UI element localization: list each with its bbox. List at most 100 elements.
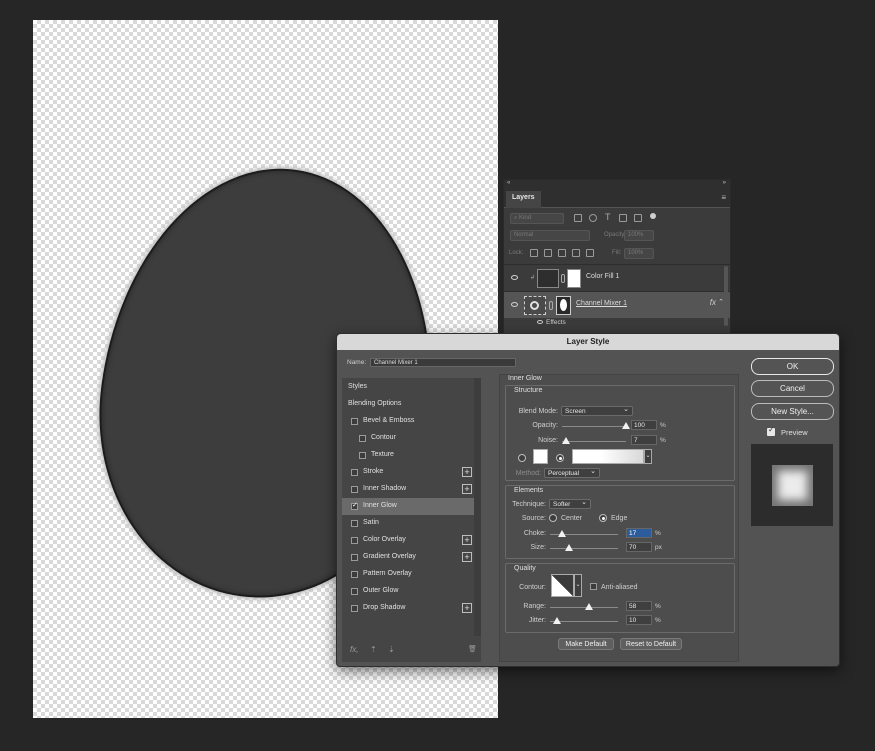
range-slider-knob[interactable] — [585, 603, 594, 610]
gradient-swatch[interactable] — [572, 449, 644, 464]
expand-icon[interactable]: » — [723, 180, 726, 186]
fx-menu-icon[interactable]: fx, — [350, 645, 358, 654]
opacity-slider[interactable] — [562, 422, 630, 429]
move-up-icon[interactable]: ⇡ — [370, 645, 377, 654]
style-item-drop-shadow[interactable]: Drop Shadow + — [342, 600, 474, 617]
style-item-inner-shadow[interactable]: Inner Shadow + — [342, 481, 474, 498]
add-effect-plus-icon[interactable]: + — [462, 535, 472, 545]
kind-filter-dropdown[interactable]: ⌕ Kind — [510, 213, 564, 224]
filter-toggle-icon[interactable] — [650, 213, 656, 219]
style-item-outer-glow[interactable]: Outer Glow — [342, 583, 474, 600]
adjustment-thumbnail[interactable] — [524, 296, 546, 315]
visibility-eye-icon[interactable] — [511, 275, 518, 280]
make-default-button[interactable]: Make Default — [558, 638, 614, 650]
size-field[interactable]: 70 — [626, 542, 652, 552]
fill-field[interactable]: 100% — [624, 248, 654, 259]
choke-slider-knob[interactable] — [557, 530, 566, 537]
adjustment-filter-icon[interactable] — [589, 214, 597, 222]
lock-transparent-icon[interactable] — [530, 249, 538, 257]
noise-slider-knob[interactable] — [562, 437, 571, 444]
layer-row-channel-mixer[interactable]: Channel Mixer 1 fx ⌃ — [504, 291, 730, 318]
mask-thumbnail[interactable] — [556, 296, 571, 315]
smart-object-filter-icon[interactable] — [634, 214, 642, 222]
mask-thumbnail[interactable] — [567, 269, 581, 288]
link-icon[interactable] — [561, 274, 565, 283]
layers-scrollbar[interactable] — [724, 266, 728, 326]
style-checkbox[interactable] — [351, 571, 358, 578]
lock-artboard-icon[interactable] — [572, 249, 580, 257]
style-checkbox[interactable] — [359, 435, 366, 442]
styles-scrollbar[interactable] — [474, 378, 481, 636]
jitter-slider-knob[interactable] — [552, 617, 561, 624]
contour-preview[interactable] — [551, 574, 574, 597]
add-effect-plus-icon[interactable]: + — [462, 552, 472, 562]
color-radio[interactable] — [518, 454, 526, 462]
add-effect-plus-icon[interactable]: + — [462, 467, 472, 477]
fill-thumbnail[interactable] — [537, 269, 559, 288]
source-edge-radio[interactable] — [599, 514, 607, 522]
effects-row[interactable]: Effects — [537, 319, 566, 326]
gradient-radio[interactable] — [556, 454, 564, 462]
style-item-bevel-emboss[interactable]: Bevel & Emboss — [342, 413, 474, 430]
add-effect-plus-icon[interactable]: + — [462, 484, 472, 494]
name-field[interactable]: Channel Mixer 1 — [370, 358, 516, 367]
fx-icon[interactable]: fx — [710, 298, 716, 307]
range-field[interactable]: 58 — [626, 601, 652, 611]
shape-filter-icon[interactable] — [619, 214, 627, 222]
blend-mode-dropdown[interactable]: Normal — [510, 230, 590, 241]
type-filter-icon[interactable]: T — [604, 212, 612, 222]
style-item-satin[interactable]: Satin — [342, 515, 474, 532]
contour-chevron-icon[interactable]: ⌄ — [574, 574, 582, 597]
style-checkbox[interactable] — [351, 537, 358, 544]
panel-menu-icon[interactable]: ≡ — [721, 193, 726, 202]
jitter-field[interactable]: 10 — [626, 615, 652, 625]
style-checkbox[interactable] — [351, 520, 358, 527]
style-checkbox[interactable] — [351, 501, 358, 510]
technique-dropdown[interactable]: Softer — [549, 498, 591, 509]
noise-slider[interactable] — [562, 437, 626, 444]
glow-color-swatch[interactable] — [533, 449, 548, 464]
cancel-button[interactable]: Cancel — [751, 380, 834, 397]
anti-aliased-checkbox[interactable] — [590, 583, 597, 590]
source-center-radio[interactable] — [549, 514, 557, 522]
preview-checkbox[interactable]: ✓ — [767, 425, 775, 436]
choke-slider[interactable] — [550, 530, 618, 537]
add-effect-plus-icon[interactable]: + — [462, 603, 472, 613]
pixel-filter-icon[interactable] — [574, 214, 582, 222]
tab-layers[interactable]: Layers — [506, 191, 541, 208]
new-style-button[interactable]: New Style... — [751, 403, 834, 420]
blend-mode-dropdown[interactable]: Screen — [561, 405, 633, 416]
noise-field[interactable]: 7 — [631, 435, 657, 445]
opacity-field[interactable]: 100% — [624, 230, 654, 241]
style-item-texture[interactable]: Texture — [342, 447, 474, 464]
style-item-pattern-overlay[interactable]: Pattern Overlay — [342, 566, 474, 583]
style-checkbox[interactable] — [351, 486, 358, 493]
layer-name[interactable]: Color Fill 1 — [586, 273, 619, 280]
style-checkbox[interactable] — [351, 418, 358, 425]
layer-name[interactable]: Channel Mixer 1 — [576, 300, 627, 307]
gradient-picker-chevron-icon[interactable]: ⌄ — [644, 449, 652, 464]
style-item-gradient-overlay[interactable]: Gradient Overlay + — [342, 549, 474, 566]
style-checkbox[interactable] — [351, 554, 358, 561]
opacity-slider-knob[interactable] — [622, 422, 630, 429]
visibility-eye-icon[interactable] — [511, 302, 518, 307]
link-icon[interactable] — [549, 301, 553, 310]
lock-position-icon[interactable] — [558, 249, 566, 257]
style-checkbox[interactable] — [351, 605, 358, 612]
effects-eye-icon[interactable] — [537, 320, 543, 324]
style-checkbox[interactable] — [351, 469, 358, 476]
style-item-stroke[interactable]: Stroke + — [342, 464, 474, 481]
jitter-slider[interactable] — [550, 617, 618, 624]
style-checkbox[interactable] — [359, 452, 366, 459]
style-checkbox[interactable] — [351, 588, 358, 595]
style-item-inner-glow[interactable]: Inner Glow — [342, 498, 474, 515]
range-slider[interactable] — [550, 603, 618, 610]
opacity-field[interactable]: 100 — [631, 420, 657, 430]
size-slider-knob[interactable] — [565, 544, 574, 551]
choke-field[interactable]: 17 — [626, 528, 652, 538]
ok-button[interactable]: OK — [751, 358, 834, 375]
layer-row-color-fill[interactable]: ↲ Color Fill 1 — [504, 264, 730, 291]
lock-image-icon[interactable] — [544, 249, 552, 257]
method-dropdown[interactable]: Perceptual — [544, 467, 600, 478]
move-down-icon[interactable]: ⇣ — [388, 645, 395, 654]
